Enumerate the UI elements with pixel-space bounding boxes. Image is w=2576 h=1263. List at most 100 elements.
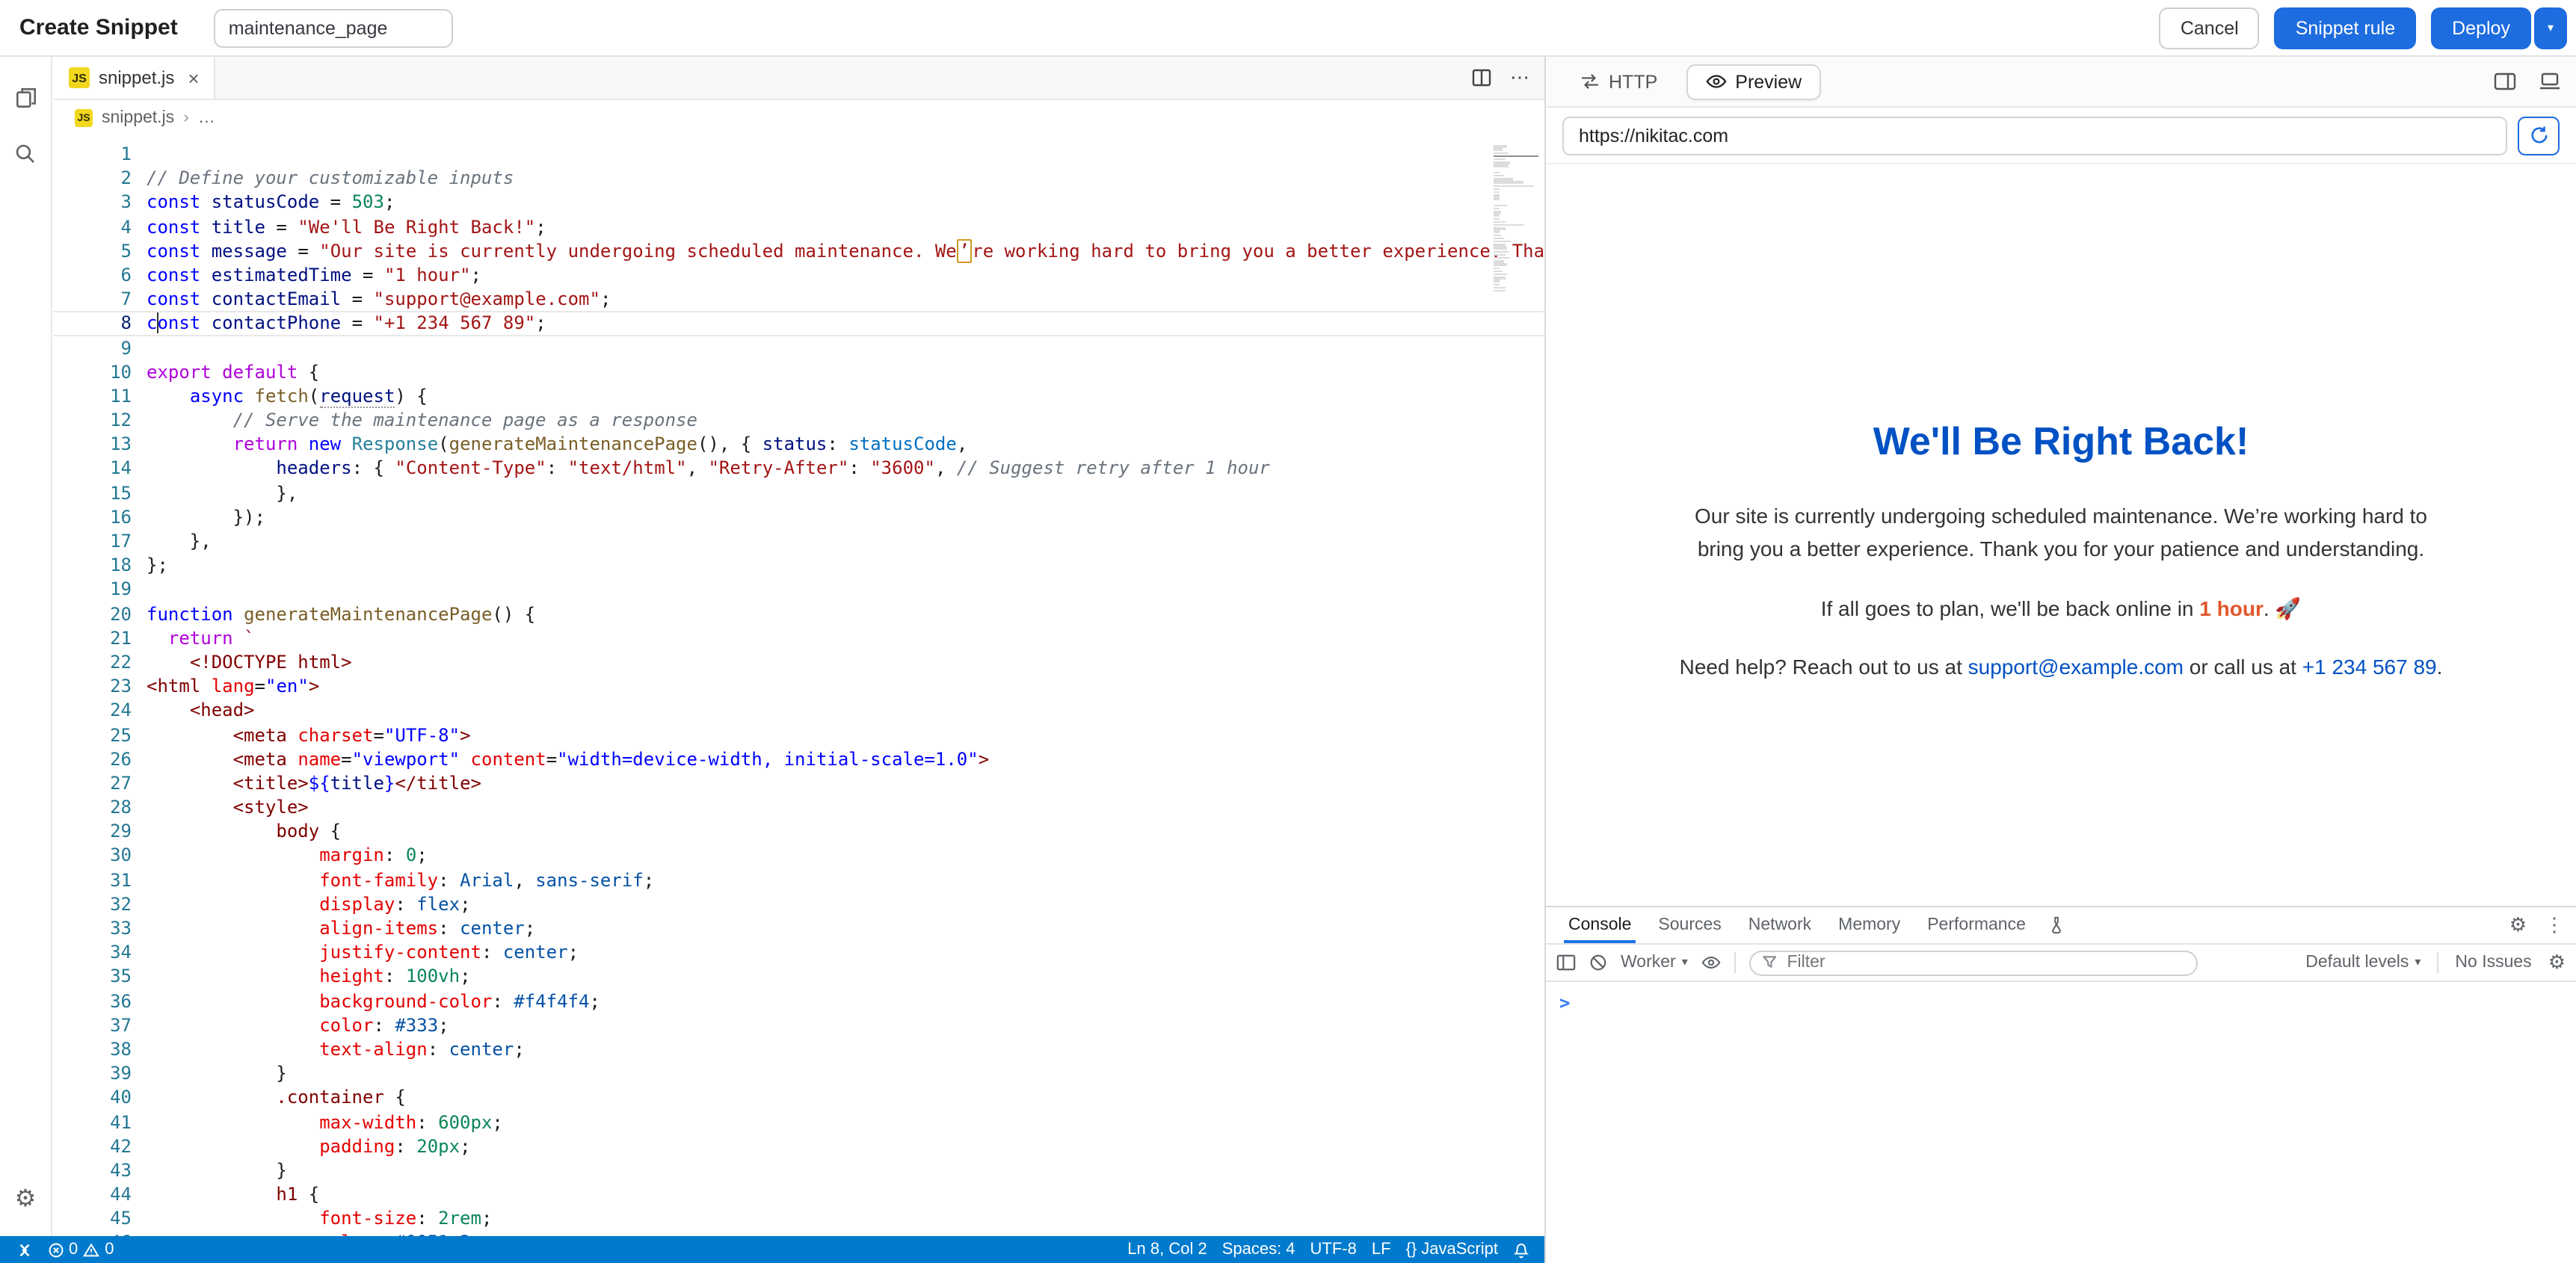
code-line[interactable]: 10export default {	[54, 359, 1544, 383]
code-line[interactable]: 3const statusCode = 503;	[54, 191, 1544, 214]
console-settings-gear-icon[interactable]: ⚙	[2548, 951, 2566, 975]
code-line[interactable]: 17 },	[54, 529, 1544, 553]
code-line[interactable]: 34 justify-content: center;	[54, 940, 1544, 964]
phone-link[interactable]: +1 234 567 89	[2302, 655, 2437, 679]
tab-snippet-js[interactable]: JS snippet.js ×	[54, 57, 216, 99]
code-line[interactable]: 16 });	[54, 505, 1544, 529]
devtools-menu-icon[interactable]: ⋮	[2545, 913, 2564, 937]
code-line[interactable]: 37 color: #333;	[54, 1013, 1544, 1037]
code-line[interactable]: 4const title = "We'll Be Right Back!";	[54, 214, 1544, 238]
code-line[interactable]: 23<html lang="en">	[54, 674, 1544, 698]
notifications-bell-icon[interactable]	[1506, 1241, 1537, 1259]
filter-input[interactable]	[1784, 952, 2184, 973]
code-line[interactable]: 5const message = "Our site is currently …	[54, 239, 1544, 263]
code-line[interactable]: 9	[54, 336, 1544, 359]
log-levels-dropdown[interactable]: Default levels▾	[2305, 954, 2421, 972]
code-line[interactable]: 6const estimatedTime = "1 hour";	[54, 263, 1544, 287]
issues-counter[interactable]: No Issues	[2455, 954, 2531, 972]
code-editor[interactable]: 12// Define your customizable inputs3con…	[54, 136, 1544, 1236]
code-line[interactable]: 36 background-color: #f4f4f4;	[54, 989, 1544, 1013]
console-output[interactable]: >	[1546, 982, 2576, 1024]
code-line[interactable]: 1	[54, 142, 1544, 166]
code-line[interactable]: 31 font-family: Arial, sans-serif;	[54, 868, 1544, 892]
breadcrumb[interactable]: JS snippet.js › …	[54, 100, 1544, 136]
url-input[interactable]	[1562, 116, 2507, 155]
cancel-button[interactable]: Cancel	[2160, 7, 2260, 49]
device-preview-icon[interactable]	[2539, 72, 2561, 91]
code-line[interactable]: 26 <meta name="viewport" content="width=…	[54, 747, 1544, 771]
problems-indicator[interactable]: 0 0	[40, 1241, 122, 1259]
code-line[interactable]: 44 h1 {	[54, 1182, 1544, 1206]
line-content: export default {	[147, 359, 1544, 383]
console-prompt[interactable]: >	[1559, 992, 1570, 1013]
code-line[interactable]: 24 <head>	[54, 699, 1544, 723]
code-line[interactable]: 28 <style>	[54, 795, 1544, 819]
code-line[interactable]: 35 height: 100vh;	[54, 965, 1544, 989]
code-line[interactable]: 32 display: flex;	[54, 892, 1544, 916]
settings-gear-icon[interactable]: ⚙	[0, 1170, 52, 1227]
code-line[interactable]: 38 text-align: center;	[54, 1037, 1544, 1061]
code-line[interactable]: 30 margin: 0;	[54, 844, 1544, 868]
code-line[interactable]: 42 padding: 20px;	[54, 1134, 1544, 1158]
devtools-tab-network[interactable]: Network	[1735, 907, 1825, 943]
indentation-setting[interactable]: Spaces: 4	[1215, 1241, 1303, 1259]
deploy-dropdown-button[interactable]: ▾	[2534, 7, 2567, 49]
language-mode[interactable]: {}JavaScript	[1399, 1241, 1506, 1259]
code-line[interactable]: 13 return new Response(generateMaintenan…	[54, 433, 1544, 457]
flask-icon[interactable]	[2039, 916, 2074, 934]
code-line[interactable]: 8const contactPhone = "+1 234 567 89";	[54, 312, 1544, 336]
refresh-button[interactable]	[2518, 116, 2560, 155]
code-line[interactable]: 20function generateMaintenancePage() {	[54, 602, 1544, 626]
code-line[interactable]: 12 // Serve the maintenance page as a re…	[54, 408, 1544, 432]
close-icon[interactable]: ×	[188, 67, 199, 89]
live-expression-eye-icon[interactable]	[1701, 955, 1721, 970]
code-line[interactable]: 45 font-size: 2rem;	[54, 1207, 1544, 1231]
code-line[interactable]: 39 }	[54, 1061, 1544, 1085]
code-line[interactable]: 33 align-items: center;	[54, 916, 1544, 940]
snippets-icon[interactable]	[0, 69, 52, 126]
email-link[interactable]: support@example.com	[1968, 655, 2184, 679]
code-line[interactable]: 2// Define your customizable inputs	[54, 166, 1544, 190]
code-line[interactable]: 11 async fetch(request) {	[54, 384, 1544, 408]
js-context-selector[interactable]: Worker▾	[1621, 954, 1688, 972]
tab-preview[interactable]: Preview	[1686, 64, 1821, 99]
cursor-position[interactable]: Ln 8, Col 2	[1120, 1241, 1214, 1259]
code-line[interactable]: 40 .container {	[54, 1086, 1544, 1110]
breadcrumb-file[interactable]: snippet.js	[102, 109, 174, 127]
code-line[interactable]: 25 <meta charset="UTF-8">	[54, 723, 1544, 747]
devtools-tab-sources[interactable]: Sources	[1645, 907, 1734, 943]
code-line[interactable]: 29 body {	[54, 820, 1544, 844]
snippet-rule-button[interactable]: Snippet rule	[2275, 7, 2416, 49]
code-line[interactable]: 27 <title>${title}</title>	[54, 771, 1544, 795]
breadcrumb-more[interactable]: …	[198, 109, 215, 127]
code-line[interactable]: 43 }	[54, 1158, 1544, 1182]
code-line[interactable]: 41 max-width: 600px;	[54, 1110, 1544, 1134]
encoding-setting[interactable]: UTF-8	[1303, 1241, 1364, 1259]
code-line[interactable]: 7const contactEmail = "support@example.c…	[54, 287, 1544, 311]
remote-indicator-icon[interactable]	[9, 1241, 40, 1258]
devtools-tab-performance[interactable]: Performance	[1914, 907, 2039, 943]
code-line[interactable]: 14 headers: { "Content-Type": "text/html…	[54, 457, 1544, 481]
console-sidebar-icon[interactable]	[1556, 954, 1576, 972]
panel-layout-icon[interactable]	[2494, 72, 2516, 91]
code-line[interactable]: 19	[54, 578, 1544, 602]
devtools-tab-console[interactable]: Console	[1555, 907, 1645, 943]
deploy-button[interactable]: Deploy	[2431, 7, 2531, 49]
clear-console-icon[interactable]	[1589, 954, 1607, 972]
line-content: display: flex;	[147, 892, 1544, 916]
split-editor-icon[interactable]	[1471, 67, 1492, 88]
devtools-tab-memory[interactable]: Memory	[1825, 907, 1914, 943]
devtools-settings-gear-icon[interactable]: ⚙	[2509, 913, 2527, 937]
code-line[interactable]: 21 return `	[54, 626, 1544, 650]
eol-setting[interactable]: LF	[1364, 1241, 1399, 1259]
minimap[interactable]	[1494, 142, 1538, 321]
code-line[interactable]: 15 },	[54, 481, 1544, 504]
line-number: 23	[54, 674, 132, 698]
code-line[interactable]: 46 color: #0051c3;	[54, 1231, 1544, 1236]
tab-http[interactable]: HTTP	[1561, 64, 1677, 99]
code-line[interactable]: 18};	[54, 553, 1544, 577]
more-actions-icon[interactable]: ⋯	[1510, 66, 1529, 90]
code-line[interactable]: 22 <!DOCTYPE html>	[54, 650, 1544, 674]
search-icon[interactable]	[0, 126, 52, 182]
snippet-name-input[interactable]	[214, 8, 453, 47]
